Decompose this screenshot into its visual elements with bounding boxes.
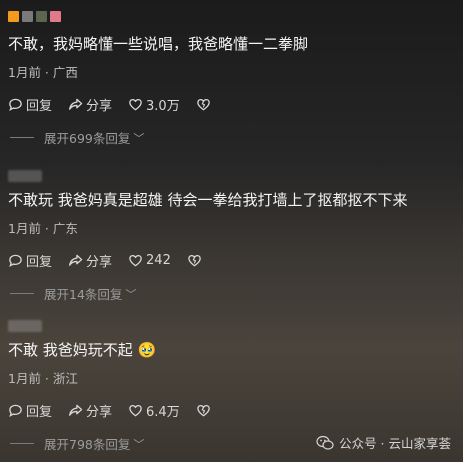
comment-item: 不敢，我妈略懂一些说唱，我爸略懂一二拳脚 1月前 · 广西 回复 分享 3.0万… xyxy=(8,8,455,147)
share-button[interactable]: 分享 xyxy=(68,251,112,270)
like-button[interactable]: 242 xyxy=(128,253,171,268)
chevron-down-icon: ﹀ xyxy=(133,131,145,145)
share-icon xyxy=(69,98,83,110)
watermark: 公众号 · 云山家享荟 xyxy=(316,433,451,452)
comment-meta: 1月前 · 广西 xyxy=(8,65,78,80)
share-icon xyxy=(69,254,83,266)
comment-text: 不敢玩 我爸妈真是超雄 待会一拳给我打墙上了抠都抠不下来 xyxy=(8,191,408,209)
comment-item: 不敢玩 我爸妈真是超雄 待会一拳给我打墙上了抠都抠不下来 1月前 · 广东 回复… xyxy=(8,168,455,303)
comment-meta: 1月前 · 浙江 xyxy=(8,371,78,386)
heart-icon xyxy=(129,98,142,111)
expand-label: 展开798条回复 xyxy=(44,437,131,452)
like-count: 6.4万 xyxy=(146,405,180,420)
divider xyxy=(10,293,34,294)
share-button[interactable]: 分享 xyxy=(68,401,112,420)
reply-button[interactable]: 回复 xyxy=(8,401,52,420)
chevron-down-icon: ﹀ xyxy=(125,287,137,301)
reply-label: 回复 xyxy=(26,405,53,420)
reply-icon xyxy=(9,98,22,111)
chevron-down-icon: ﹀ xyxy=(133,437,145,451)
avatar[interactable] xyxy=(8,8,455,24)
reply-label: 回复 xyxy=(26,99,53,114)
divider xyxy=(10,137,34,138)
share-label: 分享 xyxy=(86,255,113,270)
dislike-button[interactable] xyxy=(196,403,214,418)
comment-text: 不敢 我爸妈玩不起 🥹 xyxy=(8,340,455,360)
comment-actions: 回复 分享 6.4万 xyxy=(8,401,455,420)
avatar[interactable] xyxy=(8,318,455,334)
broken-heart-icon xyxy=(196,98,210,111)
expand-replies[interactable]: 展开14条回复 ﹀ xyxy=(8,284,455,303)
wechat-icon xyxy=(316,435,334,450)
expand-replies[interactable]: 展开699条回复 ﹀ xyxy=(8,128,455,147)
expand-label: 展开699条回复 xyxy=(44,131,131,146)
avatar-pixel xyxy=(22,10,33,22)
comment-text-body: 不敢 我爸妈玩不起 xyxy=(8,341,133,359)
comment-meta: 1月前 · 广东 xyxy=(8,221,78,236)
reply-button[interactable]: 回复 xyxy=(8,251,52,270)
dislike-button[interactable] xyxy=(196,97,214,112)
like-button[interactable]: 3.0万 xyxy=(128,95,180,114)
reply-icon xyxy=(9,404,22,417)
share-label: 分享 xyxy=(86,99,113,114)
comment-actions: 回复 分享 242 xyxy=(8,251,455,270)
like-button[interactable]: 6.4万 xyxy=(128,401,180,420)
share-label: 分享 xyxy=(86,405,113,420)
comment-text: 不敢，我妈略懂一些说唱，我爸略懂一二拳脚 xyxy=(8,35,309,53)
comment-actions: 回复 分享 3.0万 xyxy=(8,95,455,114)
like-count: 242 xyxy=(146,253,171,268)
avatar-pixel xyxy=(36,10,47,22)
avatar-blurred xyxy=(8,320,42,332)
reply-button[interactable]: 回复 xyxy=(8,95,52,114)
share-icon xyxy=(69,404,83,416)
avatar-pixel xyxy=(8,10,19,22)
broken-heart-icon xyxy=(188,254,201,267)
dislike-button[interactable] xyxy=(187,253,205,268)
divider xyxy=(10,443,34,444)
expand-label: 展开14条回复 xyxy=(44,287,123,302)
heart-icon xyxy=(129,254,142,267)
heart-icon xyxy=(129,404,142,417)
share-button[interactable]: 分享 xyxy=(68,95,112,114)
emoji: 🥹 xyxy=(137,341,157,359)
avatar-blurred xyxy=(8,170,42,182)
like-count: 3.0万 xyxy=(146,99,180,114)
watermark-label: 公众号 · 云山家享荟 xyxy=(339,436,451,451)
broken-heart-icon xyxy=(196,404,210,417)
avatar-pixel xyxy=(50,10,61,22)
avatar[interactable] xyxy=(8,168,455,184)
reply-label: 回复 xyxy=(26,255,53,270)
reply-icon xyxy=(9,254,22,267)
